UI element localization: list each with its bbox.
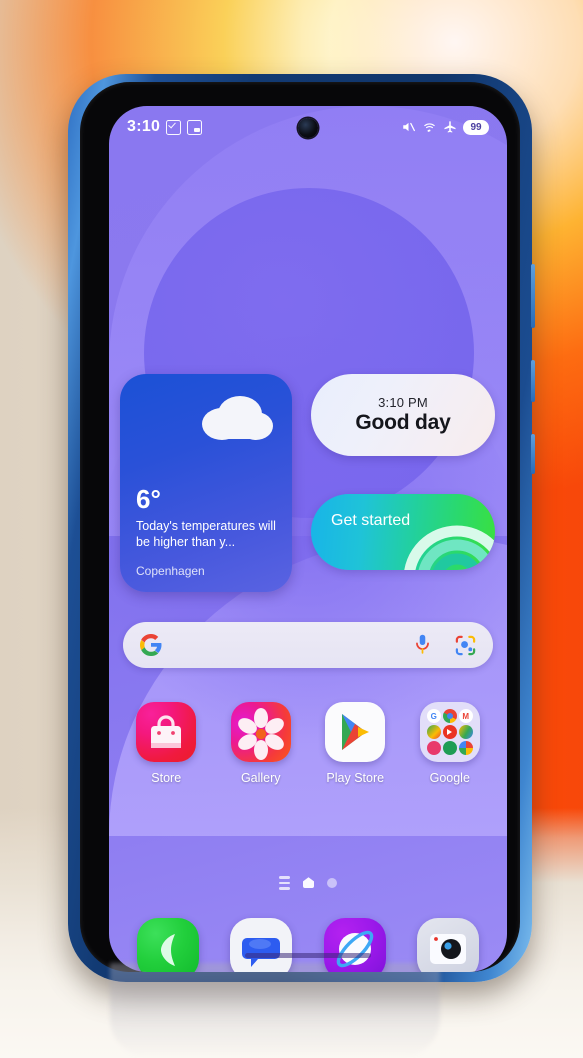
front-camera <box>298 118 318 138</box>
clock-widget-time: 3:10 PM <box>378 395 428 410</box>
mini-chrome-icon <box>442 709 457 723</box>
get-started-widget[interactable]: Get started <box>311 494 495 570</box>
handset-glyph <box>160 934 175 966</box>
google-search-bar[interactable] <box>123 622 493 668</box>
play-store-icon[interactable] <box>325 702 386 762</box>
app-label: Google <box>429 771 470 785</box>
mini-youtube-icon <box>442 725 457 739</box>
app-play-store[interactable]: Play Store <box>313 702 397 785</box>
camera-icon[interactable] <box>417 918 480 972</box>
mini-drive-icon <box>458 725 473 739</box>
mini-gallery-icon <box>458 741 473 755</box>
play-triangle-glyph <box>342 714 370 750</box>
picture-in-picture-icon <box>187 119 203 135</box>
clock-widget-greeting: Good day <box>355 411 451 434</box>
app-list-page-icon[interactable] <box>279 876 290 890</box>
wifi-icon <box>424 123 435 132</box>
power-button[interactable] <box>531 360 535 402</box>
gallery-icon[interactable] <box>230 702 291 762</box>
mini-maps-icon <box>426 725 441 739</box>
google-folder-icon[interactable]: G M <box>419 702 480 762</box>
app-grid: Store Gallery Play Store G M Google <box>109 702 507 785</box>
mini-photos-icon <box>426 741 441 755</box>
phone-icon[interactable] <box>136 918 199 972</box>
weather-description: Today's temperatures will be higher than… <box>136 519 276 549</box>
dock <box>109 918 507 972</box>
phone-bezel: 3:10 99 6° Today's temperatures will be … <box>80 82 520 972</box>
mini-gmail-icon: M <box>458 709 473 723</box>
camera-lens-glyph <box>430 934 467 964</box>
google-g-icon <box>140 634 162 656</box>
phone-device: 3:10 99 6° Today's temperatures will be … <box>68 74 535 982</box>
messages-icon[interactable] <box>230 918 293 972</box>
status-bar-right: 99 <box>401 119 489 135</box>
weather-widget[interactable]: 6° Today's temperatures will be higher t… <box>120 374 292 592</box>
phone-screen[interactable]: 3:10 99 6° Today's temperatures will be … <box>109 106 507 972</box>
phone-reflection <box>110 963 440 1058</box>
app-label: Store <box>151 771 182 785</box>
browser-icon[interactable] <box>323 918 386 972</box>
app-folder-google[interactable]: G M Google <box>408 702 492 785</box>
app-gallery[interactable]: Gallery <box>219 702 303 785</box>
volume-mute-icon <box>403 122 415 132</box>
microphone-icon[interactable] <box>413 633 432 657</box>
navigation-gesture-bar[interactable] <box>245 953 371 958</box>
mini-google-icon: G <box>426 709 441 723</box>
app-label: Gallery <box>240 771 281 785</box>
flower-glyph <box>237 708 284 760</box>
weather-temperature: 6° <box>136 484 161 514</box>
page-indicator[interactable] <box>109 876 507 890</box>
clock-greeting-widget[interactable]: 3:10 PM Good day <box>311 374 495 456</box>
store-icon[interactable] <box>136 702 197 762</box>
status-time: 3:10 <box>127 118 161 135</box>
third-page-indicator[interactable] <box>327 877 337 888</box>
airplane-mode-icon <box>444 121 456 133</box>
cloud-icon <box>202 396 273 440</box>
planet-globe-glyph <box>336 930 374 968</box>
app-label: Play Store <box>326 771 385 785</box>
status-bar-left: 3:10 <box>127 118 203 136</box>
mini-meet-icon <box>442 741 457 755</box>
shopping-bag-glyph <box>151 715 182 748</box>
weather-city: Copenhagen <box>136 564 205 578</box>
wave-rings-icon <box>404 525 495 570</box>
get-started-label: Get started <box>331 512 411 529</box>
volume-button[interactable] <box>531 264 535 328</box>
chat-bubble-glyph <box>242 938 281 967</box>
app-store[interactable]: Store <box>124 702 208 785</box>
extra-button[interactable] <box>531 434 535 474</box>
widget-area: 6° Today's temperatures will be higher t… <box>109 374 507 604</box>
checkbox-checked-icon <box>166 119 182 135</box>
home-page-indicator[interactable] <box>303 877 314 889</box>
battery-indicator: 99 <box>463 119 489 135</box>
google-lens-icon[interactable] <box>454 634 477 657</box>
